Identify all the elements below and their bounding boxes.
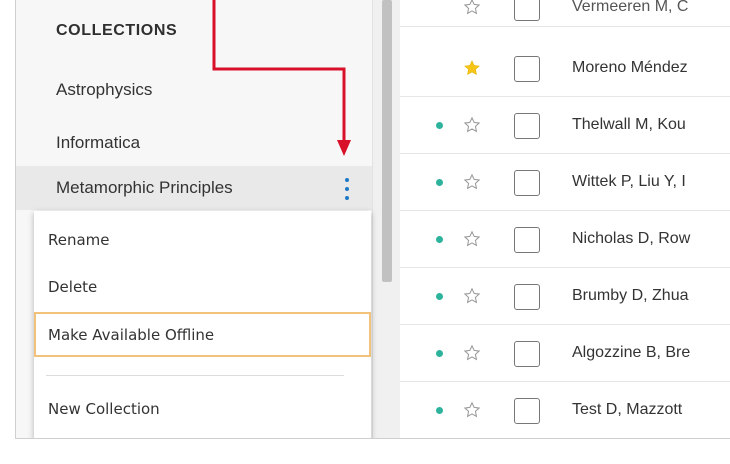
row-authors: Vermeeren M, C: [572, 0, 689, 15]
row-authors: Moreno Méndez: [572, 59, 688, 76]
scrollbar-thumb[interactable]: [382, 0, 392, 282]
unread-dot-icon: [436, 122, 443, 129]
sidebar-item-metamorphic-principles[interactable]: Metamorphic Principles: [16, 166, 372, 210]
row-authors: Test D, Mazzott: [572, 401, 683, 418]
star-outline-icon[interactable]: [463, 287, 481, 305]
app-window: COLLECTIONS Astrophysics Informatica Met…: [15, 0, 730, 439]
table-row[interactable]: Vermeeren M, C: [400, 0, 730, 27]
star-outline-icon[interactable]: [463, 401, 481, 419]
make-available-offline-menu-item[interactable]: Make Available Offline: [34, 312, 371, 357]
sidebar-title: COLLECTIONS: [56, 22, 178, 39]
star-outline-icon[interactable]: [463, 173, 481, 191]
table-row[interactable]: Moreno Méndez: [400, 40, 730, 97]
collection-context-menu: Rename Delete Make Available Offline New…: [34, 211, 371, 438]
delete-menu-item[interactable]: Delete: [48, 278, 97, 296]
star-filled-icon[interactable]: [463, 59, 481, 77]
star-outline-icon[interactable]: [463, 230, 481, 248]
sidebar-item-informatica[interactable]: Informatica: [56, 133, 140, 153]
table-row[interactable]: Brumby D, Zhua: [400, 268, 730, 325]
article-list: Vermeeren M, C Moreno Méndez Thelwall M,…: [400, 0, 730, 438]
unread-dot-icon: [436, 179, 443, 186]
menu-item-label: Make Available Offline: [48, 326, 215, 344]
unread-dot-icon: [436, 407, 443, 414]
table-row[interactable]: Wittek P, Liu Y, I: [400, 154, 730, 211]
table-row[interactable]: Test D, Mazzott: [400, 382, 730, 438]
unread-dot-icon: [436, 236, 443, 243]
row-authors: Wittek P, Liu Y, I: [572, 173, 686, 190]
sidebar-item-astrophysics[interactable]: Astrophysics: [56, 80, 152, 100]
row-authors: Brumby D, Zhua: [572, 287, 689, 304]
row-checkbox[interactable]: [514, 398, 540, 424]
row-checkbox[interactable]: [514, 170, 540, 196]
star-outline-icon[interactable]: [463, 116, 481, 134]
row-checkbox[interactable]: [514, 227, 540, 253]
row-checkbox[interactable]: [514, 284, 540, 310]
row-checkbox[interactable]: [514, 113, 540, 139]
unread-dot-icon: [436, 350, 443, 357]
menu-divider: [46, 375, 344, 376]
row-checkbox[interactable]: [514, 0, 540, 21]
row-checkbox[interactable]: [514, 56, 540, 82]
table-row[interactable]: Algozzine B, Bre: [400, 325, 730, 382]
more-options-icon[interactable]: [342, 176, 352, 202]
star-outline-icon[interactable]: [463, 0, 481, 16]
table-row[interactable]: Thelwall M, Kou: [400, 97, 730, 154]
unread-dot-icon: [436, 293, 443, 300]
row-authors: Thelwall M, Kou: [572, 116, 686, 133]
table-row[interactable]: Nicholas D, Row: [400, 211, 730, 268]
row-authors: Nicholas D, Row: [572, 230, 691, 247]
sidebar-scrollbar[interactable]: [372, 0, 400, 438]
row-authors: Algozzine B, Bre: [572, 344, 691, 361]
row-checkbox[interactable]: [514, 341, 540, 367]
sidebar-item-label: Metamorphic Principles: [56, 178, 233, 197]
rename-menu-item[interactable]: Rename: [48, 231, 110, 249]
star-outline-icon[interactable]: [463, 344, 481, 362]
new-collection-menu-item[interactable]: New Collection: [48, 400, 160, 418]
